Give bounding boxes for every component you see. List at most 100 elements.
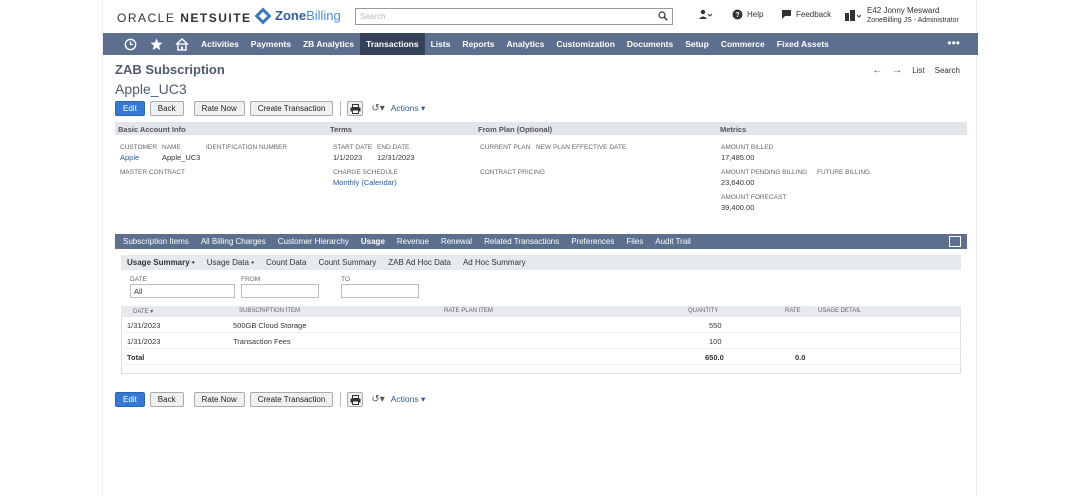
- charge-schedule-value[interactable]: Monthly (Calendar): [333, 178, 397, 187]
- search-icon[interactable]: [658, 11, 668, 21]
- name-label: NAME: [162, 144, 181, 151]
- print-button[interactable]: [347, 101, 364, 116]
- actions-label: Actions: [390, 103, 419, 113]
- subtab-revenue[interactable]: Revenue: [391, 237, 435, 246]
- grid-header-row: DATE ▾ SUBSCRIPTION ITEM RATE PLAN ITEM …: [121, 306, 961, 317]
- search-link[interactable]: Search: [935, 66, 960, 75]
- back-button-bottom[interactable]: Back: [149, 392, 184, 407]
- zb-bold-text: Zone: [275, 8, 307, 23]
- total-rate: 0.0: [795, 353, 806, 362]
- customer-value[interactable]: Apple: [120, 153, 139, 162]
- to-date-input[interactable]: [341, 284, 419, 298]
- button-separator: [340, 101, 342, 116]
- end-date-value: 12/31/2023: [377, 153, 415, 162]
- nav-documents[interactable]: Documents: [621, 33, 679, 55]
- help-button[interactable]: ? Help: [732, 9, 763, 20]
- tab-ad-hoc-summary[interactable]: Ad Hoc Summary: [457, 258, 532, 267]
- actions-menu-bottom[interactable]: Actions ▾: [391, 394, 426, 405]
- primary-info-header: Basic Account Info Terms From Plan (Opti…: [115, 122, 967, 135]
- actions-menu[interactable]: Actions ▾: [391, 103, 426, 114]
- subtab-preferences[interactable]: Preferences: [565, 237, 620, 246]
- print-button-bottom[interactable]: [347, 392, 364, 407]
- top-button-bar: Edit Back Rate Now Create Transaction ↺▾…: [115, 101, 425, 116]
- rate-now-button-bottom[interactable]: Rate Now: [193, 392, 245, 407]
- button-separator: [340, 392, 342, 407]
- subtab-subscription-items[interactable]: Subscription Items: [117, 237, 195, 246]
- edit-button-bottom[interactable]: Edit: [115, 392, 145, 407]
- bottom-button-bar: Edit Back Rate Now Create Transaction ↺▾…: [115, 392, 425, 407]
- previous-arrow-icon[interactable]: ←: [872, 65, 882, 76]
- from-date-input[interactable]: [241, 284, 319, 298]
- recent-records-icon: [699, 9, 713, 19]
- basic-account-info-header: Basic Account Info: [118, 125, 186, 134]
- subtab-expand-icon[interactable]: [949, 236, 961, 247]
- tab-usage-data[interactable]: Usage Data •: [201, 258, 260, 267]
- recent-clock-icon[interactable]: [117, 33, 143, 55]
- nav-customization[interactable]: Customization: [550, 33, 621, 55]
- end-date-label: END DATE: [377, 144, 410, 151]
- next-arrow-icon[interactable]: →: [892, 65, 902, 76]
- total-row: Total 650.0 0.0: [121, 349, 961, 365]
- subtab-related-transactions[interactable]: Related Transactions: [478, 237, 565, 246]
- col-subscription-item[interactable]: SUBSCRIPTION ITEM: [239, 308, 300, 314]
- col-quantity[interactable]: QUANTITY: [688, 308, 718, 314]
- nav-analytics[interactable]: Analytics: [501, 33, 551, 55]
- total-quantity: 650.0: [705, 353, 724, 362]
- print-icon: [350, 394, 361, 405]
- nav-lists[interactable]: Lists: [425, 33, 457, 55]
- record-type-title: ZAB Subscription: [115, 62, 225, 77]
- create-transaction-button-bottom[interactable]: Create Transaction: [249, 392, 334, 407]
- create-transaction-button[interactable]: Create Transaction: [249, 101, 334, 116]
- nav-transactions[interactable]: Transactions: [360, 33, 425, 55]
- row-quantity: 550: [709, 321, 722, 330]
- back-button[interactable]: Back: [149, 101, 184, 116]
- rate-now-button[interactable]: Rate Now: [193, 101, 245, 116]
- nav-more-icon[interactable]: •••: [947, 33, 960, 53]
- col-rate[interactable]: RATE: [785, 308, 801, 314]
- subtab-all-billing-charges[interactable]: All Billing Charges: [195, 237, 272, 246]
- tab-zab-ad-hoc-data[interactable]: ZAB Ad Hoc Data: [382, 258, 457, 267]
- master-contract-label: MASTER CONTRACT: [120, 169, 185, 176]
- edit-button[interactable]: Edit: [115, 101, 145, 116]
- date-filter-select[interactable]: All: [130, 284, 235, 298]
- recent-records-button[interactable]: [699, 9, 713, 20]
- feedback-button[interactable]: Feedback: [781, 9, 831, 20]
- more-options-icon[interactable]: ↺▾: [371, 394, 384, 405]
- amount-forecast-label: AMOUNT FORECAST: [721, 194, 787, 201]
- nav-fixed-assets[interactable]: Fixed Assets: [771, 33, 835, 55]
- row-date: 1/31/2023: [127, 337, 161, 346]
- subtab-usage[interactable]: Usage: [355, 237, 391, 246]
- nav-commerce[interactable]: Commerce: [715, 33, 771, 55]
- more-options-icon[interactable]: ↺▾: [371, 103, 384, 114]
- role-switch-icon: [845, 10, 861, 21]
- role-menu-icon-wrap[interactable]: [845, 9, 861, 21]
- nav-payments[interactable]: Payments: [245, 33, 297, 55]
- tab-usage-summary[interactable]: Usage Summary •: [121, 258, 201, 267]
- col-rate-plan-item[interactable]: RATE PLAN ITEM: [444, 308, 493, 314]
- home-icon[interactable]: [169, 33, 195, 55]
- subtab-audit-trail[interactable]: Audit Trail: [649, 237, 697, 246]
- contract-pricing-label: CONTRACT PRICING: [480, 169, 545, 176]
- subtab-files[interactable]: Files: [620, 237, 649, 246]
- user-name: E42 Jonny Mesward: [867, 6, 940, 15]
- favorites-star-icon[interactable]: [143, 33, 169, 55]
- nav-zb-analytics[interactable]: ZB Analytics: [297, 33, 360, 55]
- col-date[interactable]: DATE ▾: [133, 308, 153, 315]
- zonebilling-diamond-icon: [254, 7, 272, 24]
- tab-count-data[interactable]: Count Data: [260, 258, 312, 267]
- global-search-input[interactable]: Search: [355, 8, 673, 25]
- col-usage-detail[interactable]: USAGE DETAIL: [818, 308, 861, 314]
- subtab-renewal[interactable]: Renewal: [435, 237, 478, 246]
- search-placeholder: Search: [360, 12, 386, 21]
- nav-reports[interactable]: Reports: [456, 33, 500, 55]
- nav-activities[interactable]: Activities: [195, 33, 245, 55]
- metrics-header: Metrics: [720, 125, 747, 134]
- tab-count-summary[interactable]: Count Summary: [312, 258, 382, 267]
- table-row: 1/31/2023 Transaction Fees 100: [121, 333, 961, 349]
- from-plan-header: From Plan (Optional): [478, 125, 553, 134]
- list-link[interactable]: List: [912, 66, 924, 75]
- oracle-netsuite-logo[interactable]: ORACLE NETSUITE: [117, 11, 252, 25]
- nav-setup[interactable]: Setup: [679, 33, 715, 55]
- user-info[interactable]: E42 Jonny Mesward ZoneBilling JS - Admin…: [867, 6, 959, 26]
- subtab-customer-hierarchy[interactable]: Customer Hierarchy: [272, 237, 355, 246]
